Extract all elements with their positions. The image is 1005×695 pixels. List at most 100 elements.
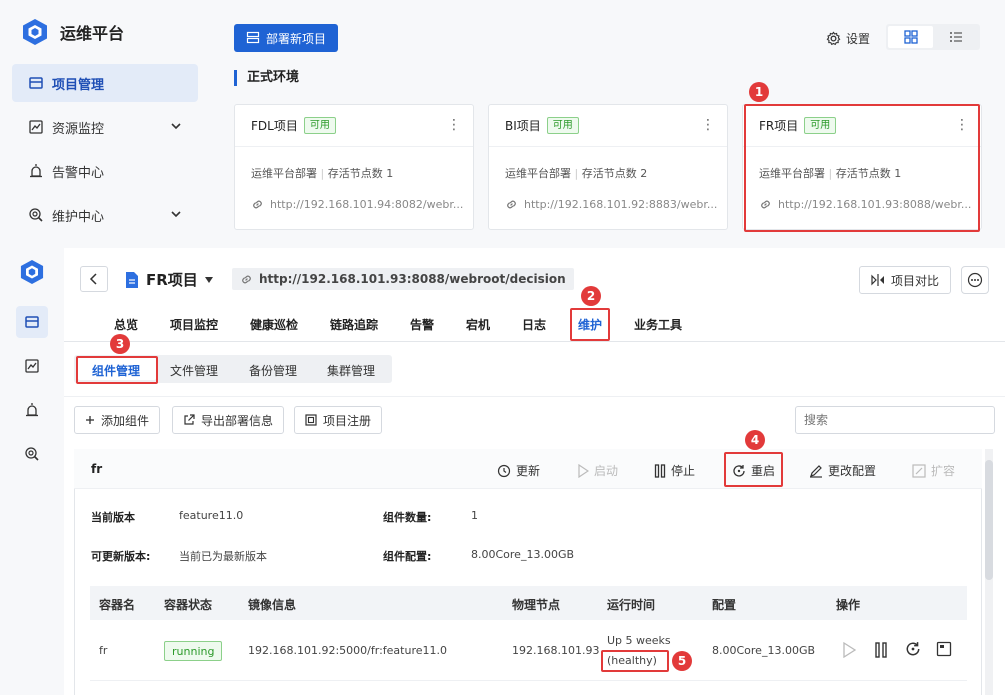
register-icon [305,414,317,426]
tab-business-tools[interactable]: 业务工具 [634,316,682,333]
status-badge: 可用 [546,117,579,134]
row-divider [90,680,967,681]
url-text: http://192.168.101.92:8883/webr... [524,198,718,211]
compare-icon [871,273,885,287]
divider [64,396,1005,397]
environment-title: 正式环境 [234,70,299,86]
app-logo: 运维平台 [22,18,124,46]
project-selector[interactable]: FR项目 [124,269,214,290]
maintenance-icon [24,446,40,462]
status-badge: 可用 [303,117,336,134]
component-count-label: 组件数量: [383,511,432,524]
add-component-button[interactable]: 添加组件 [74,406,161,434]
grid-view-button[interactable] [888,26,933,48]
subtab-cluster[interactable]: 集群管理 [327,362,375,379]
row-console-button[interactable] [936,641,952,657]
card-title: BI项目 [505,119,541,133]
sidebar-item-label: 告警中心 [52,165,105,181]
edit-icon [809,464,823,478]
component-config-value: 8.00Core_13.00GB [471,548,575,561]
callout-box-3 [76,356,158,384]
alarm-icon [24,402,40,418]
list-view-button[interactable] [933,26,978,48]
monitor-icon [24,358,40,374]
card-url[interactable]: http://192.168.101.92:8883/webr... [505,198,717,211]
project-card-bi[interactable]: BI项目 可用 ⋮ 运维平台部署 | 存活节点数 2 http://192.16… [488,104,728,230]
card-header: BI项目 可用 ⋮ [489,105,727,147]
stop-button[interactable]: 停止 [654,462,695,479]
add-component-label: 添加组件 [101,413,150,428]
platform-logo-icon [22,18,48,46]
project-title: FR项目 [146,271,198,289]
sidebar-monitor-button[interactable] [16,350,48,382]
sidebar-item-project[interactable]: 项目管理 [12,64,198,102]
update-button[interactable]: 更新 [497,462,540,479]
tab-overview[interactable]: 总览 [114,316,138,333]
node-count: 存活节点数 1 [327,167,394,180]
sidebar-alarm-button[interactable] [16,394,48,426]
chevron-down-icon [170,208,182,220]
deploy-type: 运维平台部署 [505,167,571,180]
column-header: 操作 [836,598,861,612]
sidebar-project-button[interactable] [16,306,48,338]
project-register-button[interactable]: 项目注册 [294,406,383,434]
deploy-new-project-button[interactable]: 部署新项目 [234,24,338,52]
url-text: http://192.168.101.94:8082/webr... [270,198,464,211]
tab-health-check[interactable]: 健康巡检 [250,316,298,333]
project-url[interactable]: http://192.168.101.93:8088/webroot/decis… [232,268,574,290]
component-name: fr [91,462,103,476]
play-icon [842,642,856,658]
card-deploy-info: 运维平台部署 | 存活节点数 2 [505,167,648,180]
start-button[interactable]: 启动 [577,462,618,479]
settings-button[interactable]: 设置 [826,30,870,47]
more-vertical-icon[interactable]: ⋮ [701,117,715,133]
more-options-button[interactable] [961,266,989,294]
list-icon [949,30,963,44]
updatable-version-label: 可更新版本: [91,550,151,563]
tab-project-monitor[interactable]: 项目监控 [170,316,218,333]
project-card-fdl[interactable]: FDL项目 可用 ⋮ 运维平台部署 | 存活节点数 1 http://192.1… [234,104,474,230]
sidebar-item-maintenance[interactable]: 维护中心 [12,196,198,234]
more-vertical-icon[interactable]: ⋮ [447,117,461,133]
row-stop-button[interactable] [874,642,888,658]
expand-button[interactable]: 扩容 [912,462,955,479]
updatable-version-value: 当前已为最新版本 [179,550,267,563]
physical-node: 192.168.101.93 [512,644,600,657]
platform-logo-icon [20,259,44,285]
sidebar-maintenance-button[interactable] [16,438,48,470]
row-start-button[interactable] [842,642,856,658]
node-count: 存活节点数 2 [581,167,648,180]
sidebar-item-label: 维护中心 [52,209,105,225]
stop-label: 停止 [671,464,696,478]
subtab-backup[interactable]: 备份管理 [249,362,297,379]
export-label: 导出部署信息 [201,413,274,428]
pause-icon [874,642,888,658]
tab-logs[interactable]: 日志 [522,316,546,333]
back-button[interactable] [80,266,108,292]
settings-label: 设置 [846,32,871,46]
tab-downtime[interactable]: 宕机 [466,316,490,333]
register-label: 项目注册 [323,413,372,428]
tab-trace[interactable]: 链路追踪 [330,316,378,333]
sidebar-item-label: 项目管理 [52,77,105,93]
callout-badge-5: 5 [672,651,692,671]
compare-project-button[interactable]: 项目对比 [859,266,951,294]
callout-box-4 [724,452,783,487]
expand-icon [912,463,926,478]
component-count-value: 1 [471,509,478,522]
subtab-file[interactable]: 文件管理 [170,362,218,379]
change-config-button[interactable]: 更改配置 [809,462,876,479]
column-header: 容器状态 [164,598,213,612]
row-restart-button[interactable] [905,641,921,657]
sidebar-item-monitor[interactable]: 资源监控 [12,108,198,146]
card-url[interactable]: http://192.168.101.94:8082/webr... [251,198,463,211]
export-deploy-info-button[interactable]: 导出部署信息 [172,406,285,434]
caret-down-icon [204,276,214,284]
container-config: 8.00Core_13.00GB [712,644,816,657]
scrollbar-thumb[interactable] [985,460,993,580]
deploy-type: 运维平台部署 [251,167,317,180]
sidebar-item-alarm[interactable]: 告警中心 [12,152,198,190]
tab-alarm[interactable]: 告警 [410,316,434,333]
sidebar-item-label: 资源监控 [52,121,105,137]
search-input[interactable] [795,406,995,434]
